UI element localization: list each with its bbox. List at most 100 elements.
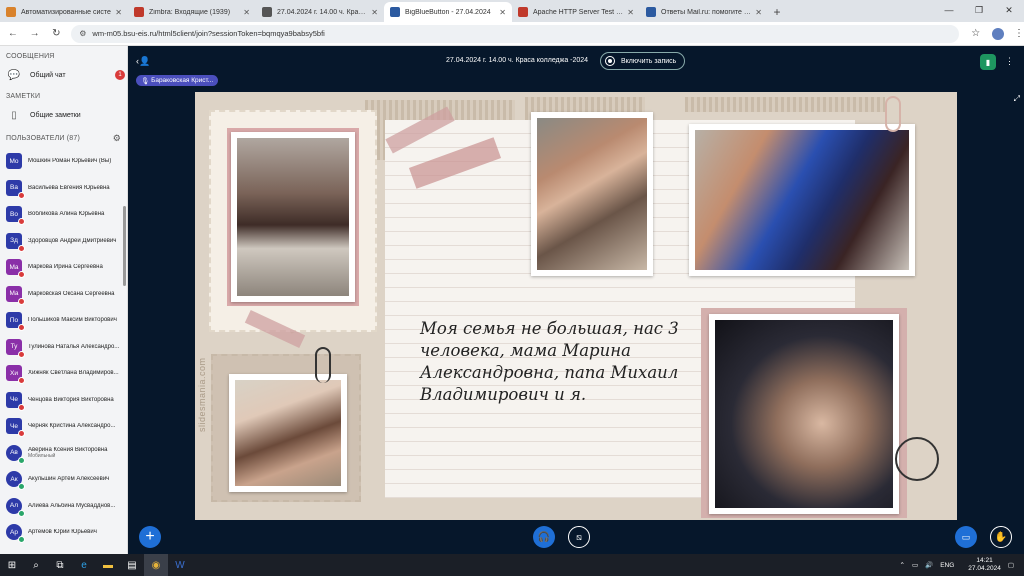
restore-icon[interactable]: ❐ [964, 0, 994, 20]
volume-icon[interactable]: 🔊 [925, 561, 933, 569]
public-chat-item[interactable]: 💬 Общий чат 1 [0, 64, 127, 86]
word-icon[interactable]: W [168, 554, 192, 576]
avatar: Ма [6, 259, 25, 279]
user-list-item[interactable]: Че Черняк Кристина Александро... [0, 413, 127, 440]
tab-title: Apache HTTP Server Test Page [533, 8, 624, 16]
user-name-text: Маркова Ирина Сергеевна [28, 264, 103, 271]
user-name-text: Черняк Кристина Александро... [28, 423, 116, 430]
tab-close-icon[interactable]: ✕ [499, 8, 506, 17]
sidebar-scrollbar[interactable] [123, 206, 126, 286]
meeting-title: 27.04.2024 г. 14.00 ч. Краса колледжа -2… [446, 57, 589, 64]
raise-hand-button[interactable]: ✋ [990, 526, 1012, 548]
task-view-icon[interactable]: ⧉ [48, 554, 72, 576]
actions-plus-button[interactable]: + [139, 526, 161, 548]
user-name-text: Марковская Оксана Сергеевна [28, 290, 115, 297]
user-list-item[interactable]: Ак Акульшин Артём Алексеевич [0, 466, 127, 493]
user-list-item[interactable]: Во Вобликова Алина Юрьевна [0, 201, 127, 228]
avatar: Мо [6, 153, 22, 170]
tab-close-icon[interactable]: ✕ [243, 8, 250, 17]
forward-icon[interactable]: → [26, 28, 44, 39]
paperclip-icon [885, 96, 901, 132]
clock[interactable]: 14:21 27.04.2024 [961, 557, 1001, 573]
photo-image [235, 380, 341, 486]
tab-title: Автоматизированные систе [21, 8, 111, 16]
options-menu-icon[interactable]: ⋮ [1005, 56, 1014, 67]
file-explorer-icon[interactable]: ▬ [96, 554, 120, 576]
notifications-icon[interactable]: ▢ [1008, 561, 1014, 569]
avatar-initials: Ва [10, 184, 18, 192]
record-button[interactable]: Включить запись [600, 52, 686, 70]
user-name-text: Вобликова Алина Юрьевна [28, 211, 105, 218]
share-webcam-button[interactable]: ⧅ [568, 526, 590, 548]
reload-icon[interactable]: ↻ [48, 28, 66, 39]
user-name: Артемов Юрий Юрьевич [28, 529, 121, 535]
user-list-item[interactable]: Ал Алиева Альбина Мусвадднов... [0, 493, 127, 520]
tray-chevron-icon[interactable]: ⌃ [900, 561, 905, 569]
user-list-item[interactable]: Ту Тулинова Наталья Александро... [0, 334, 127, 361]
store-icon[interactable]: ▤ [120, 554, 144, 576]
url-input[interactable]: ⚙ wm-m05.bsu-eis.ru/html5client/join?ses… [71, 24, 960, 43]
user-list-item[interactable]: Че Ченцова Виктория Викторовна [0, 387, 127, 414]
meeting-main-area: ‹👤 🎙 Бараковская Крист... 27.04.2024 г. … [128, 46, 1024, 554]
user-list-item[interactable]: Ва Васильева Евгения Юрьевна [0, 175, 127, 202]
browser-tab[interactable]: Автоматизированные систе ✕ [0, 2, 128, 22]
network-icon[interactable]: ▭ [912, 561, 918, 569]
avatar: Че [6, 418, 25, 438]
browser-tab[interactable]: Ответы Mail.ru: помогите пл ✕ [640, 2, 768, 22]
fullscreen-icon[interactable]: ⤢ [1014, 94, 1020, 104]
toggle-userlist-icon[interactable]: ‹👤 [136, 56, 150, 67]
tab-close-icon[interactable]: ✕ [755, 8, 762, 17]
shared-notes-item[interactable]: ▯ Общие заметки [0, 104, 127, 126]
windows-start-icon[interactable]: ⊞ [0, 554, 24, 576]
chrome-icon[interactable]: ◉ [144, 554, 168, 576]
avatar: Ал [6, 497, 25, 517]
user-list-item[interactable]: Мо Мошкин Роман Юрьевич (Вы) [0, 148, 127, 175]
connection-status-icon[interactable]: ▮ [980, 54, 996, 70]
avatar: По [6, 312, 25, 332]
browser-tab[interactable]: Zimbra: Входящие (1939) ✕ [128, 2, 256, 22]
presentation-toggle-button[interactable]: ▭ [955, 526, 977, 548]
close-window-icon[interactable]: ✕ [994, 0, 1024, 20]
user-list: Мо Мошкин Роман Юрьевич (Вы) Ва Васильева Е… [0, 148, 127, 546]
user-list-item[interactable]: Хи Хижняк Светлана Владимиров... [0, 360, 127, 387]
mic-muted-icon [18, 297, 25, 305]
sidebar: СООБЩЕНИЯ 💬 Общий чат 1 ЗАМЕТКИ ▯ Общие … [0, 46, 128, 554]
tab-favicon-icon [134, 7, 144, 17]
profile-avatar[interactable] [992, 27, 1004, 40]
leave-audio-headphones-button[interactable]: 🎧 [533, 526, 555, 548]
tab-close-icon[interactable]: ✕ [115, 8, 122, 17]
user-list-item[interactable]: Ма Маркова Ирина Сергеевна [0, 254, 127, 281]
user-name: Алиева Альбина Мусвадднов... [28, 503, 121, 509]
shared-notes-label: Общие заметки [30, 111, 81, 119]
tab-title: Ответы Mail.ru: помогите пл [661, 8, 752, 16]
edge-icon[interactable]: e [72, 554, 96, 576]
user-list-item[interactable]: Ар Артемов Юрий Юрьевич [0, 519, 127, 546]
user-device-label: Мобильный [28, 452, 56, 459]
user-list-item[interactable]: Ма Марковская Оксана Сергеевна [0, 281, 127, 308]
chat-unread-badge: 1 [115, 70, 125, 80]
browser-menu-icon[interactable]: ⋮ [1014, 28, 1024, 39]
bookmark-star-icon[interactable]: ☆ [971, 28, 980, 39]
tab-close-icon[interactable]: ✕ [627, 8, 634, 17]
tab-title: 27.04.2024 г. 14.00 ч. Краса ко [277, 8, 368, 16]
back-icon[interactable]: ← [4, 28, 22, 39]
user-list-item[interactable]: Ав Аверина Ксения Викторовна Мобильный [0, 440, 127, 467]
user-name: Мошкин Роман Юрьевич (Вы) [28, 158, 121, 164]
user-list-item[interactable]: Зд Здоровцов Андрей Дмитриевич [0, 228, 127, 255]
mic-listen-icon [18, 456, 25, 464]
browser-tab[interactable]: BigBlueButton - 27.04.2024 ✕ [384, 2, 512, 22]
browser-tab[interactable]: Apache HTTP Server Test Page ✕ [512, 2, 640, 22]
photo-image [237, 138, 349, 296]
browser-tab[interactable]: 27.04.2024 г. 14.00 ч. Краса ко ✕ [256, 2, 384, 22]
clock-date: 27.04.2024 [968, 565, 1001, 572]
minimize-icon[interactable]: — [934, 0, 964, 20]
user-list-item[interactable]: По Польшиков Максим Викторович [0, 307, 127, 334]
users-settings-gear-icon[interactable]: ⚙ [113, 133, 121, 144]
tab-favicon-icon [646, 7, 656, 17]
site-info-icon[interactable]: ⚙ [79, 29, 86, 38]
avatar-initials: Ма [9, 263, 19, 271]
search-icon[interactable]: ⌕ [24, 554, 48, 576]
language-indicator[interactable]: ENG [940, 562, 954, 569]
new-tab-button[interactable]: + [768, 2, 786, 22]
tab-close-icon[interactable]: ✕ [371, 8, 378, 17]
